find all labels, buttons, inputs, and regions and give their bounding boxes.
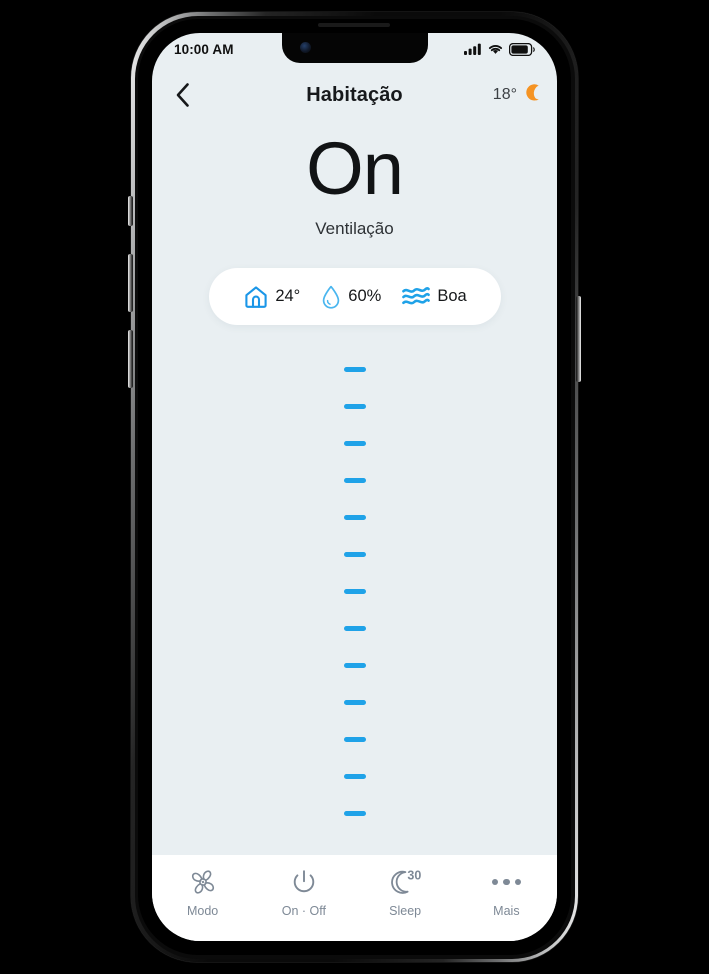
slider-tick-row[interactable] — [152, 684, 557, 721]
environment-info-pill: 24° 60% Boa — [209, 268, 501, 325]
outdoor-temperature: 18° — [492, 86, 517, 103]
back-button[interactable] — [162, 74, 204, 116]
info-value-humidity: 60% — [348, 287, 382, 305]
tab-item-on-off[interactable]: On · Off — [253, 867, 354, 918]
mode-label: Ventilação — [315, 219, 394, 238]
tab-label-sleep: Sleep — [389, 904, 422, 918]
volume-up-button[interactable] — [128, 254, 133, 312]
slider-tick-row[interactable] — [152, 499, 557, 536]
bottom-tab-bar: Modo On · Off 30 Sleep Mais — [152, 855, 557, 941]
power-side-button[interactable] — [576, 296, 581, 382]
power-icon — [293, 870, 315, 893]
slider-tick — [343, 441, 366, 446]
slider-tick-row[interactable] — [152, 388, 557, 425]
tab-label-mais: Mais — [493, 904, 520, 918]
phone-notch — [282, 33, 428, 63]
slider-tick-row[interactable] — [152, 795, 557, 832]
slider-tick — [343, 515, 366, 520]
header-weather: 18° — [493, 84, 543, 106]
slider-tick — [343, 774, 366, 779]
fan-icon — [191, 870, 214, 894]
slider-tick — [343, 478, 366, 483]
power-state-text: On — [306, 127, 404, 210]
volume-down-button[interactable] — [128, 330, 133, 388]
moon-timer-icon: 30 — [391, 868, 422, 894]
slider-tick — [343, 663, 366, 668]
info-item-air-quality: Boa — [401, 284, 467, 310]
wifi-icon — [488, 44, 503, 54]
sleep-timer-badge: 30 — [408, 868, 422, 882]
battery-icon — [509, 42, 535, 56]
mute-switch-button[interactable] — [128, 196, 133, 226]
slider-tick-row[interactable] — [152, 758, 557, 795]
slider-tick-row[interactable] — [152, 647, 557, 684]
tab-label-modo: Modo — [186, 904, 219, 918]
home-icon — [245, 285, 267, 308]
front-camera-icon — [300, 42, 311, 53]
tab-label-on-off: On · Off — [281, 904, 326, 918]
app-header: Habitação 18° — [152, 73, 557, 117]
slider-tick-row[interactable] — [152, 462, 557, 499]
tab-item-mais[interactable]: Mais — [456, 867, 557, 918]
slider-tick — [343, 404, 366, 409]
info-value-air-quality: Boa — [437, 287, 467, 305]
status-bar-time: 10:00 AM — [174, 41, 234, 57]
screenshot-root: 10:00 AM Habitação 18° On Ventilação 24°… — [0, 0, 709, 974]
slider-tick-row[interactable] — [152, 610, 557, 647]
slider-tick — [343, 589, 366, 594]
info-item-humidity: 60% — [320, 284, 381, 310]
slider-tick-row[interactable] — [152, 536, 557, 573]
water-drop-icon — [323, 285, 340, 309]
slider-tick-row[interactable] — [152, 351, 557, 388]
tab-item-sleep[interactable]: 30 Sleep — [355, 867, 456, 918]
info-value-temperature: 24° — [275, 287, 301, 305]
slider-tick — [343, 552, 366, 557]
crescent-moon-icon — [526, 84, 539, 105]
air-waves-icon — [402, 286, 431, 304]
fan-icon-wrap — [188, 867, 218, 897]
slider-tick — [343, 626, 366, 631]
status-bar-indicators — [464, 42, 535, 56]
slider-tick — [343, 737, 366, 742]
cellular-signal-icon — [464, 43, 481, 55]
ellipsis-icon — [491, 878, 522, 886]
slider-tick-row[interactable] — [152, 721, 557, 758]
tab-item-modo[interactable]: Modo — [152, 867, 253, 918]
slider-tick-row[interactable] — [152, 573, 557, 610]
slider-tick — [343, 811, 366, 816]
slider-tick-row[interactable] — [152, 425, 557, 462]
earpiece-speaker — [318, 23, 390, 27]
phone-screen: 10:00 AM Habitação 18° On Ventilação 24°… — [152, 33, 557, 941]
fan-speed-slider[interactable] — [152, 351, 557, 832]
slider-tick — [343, 367, 366, 372]
slider-tick — [343, 700, 366, 705]
power-icon-wrap — [289, 867, 319, 897]
ellipsis-icon-wrap — [491, 867, 522, 897]
moon-timer-icon-wrap: 30 — [388, 867, 422, 897]
info-item-temperature: 24° — [243, 284, 300, 310]
chevron-left-icon — [176, 83, 189, 107]
